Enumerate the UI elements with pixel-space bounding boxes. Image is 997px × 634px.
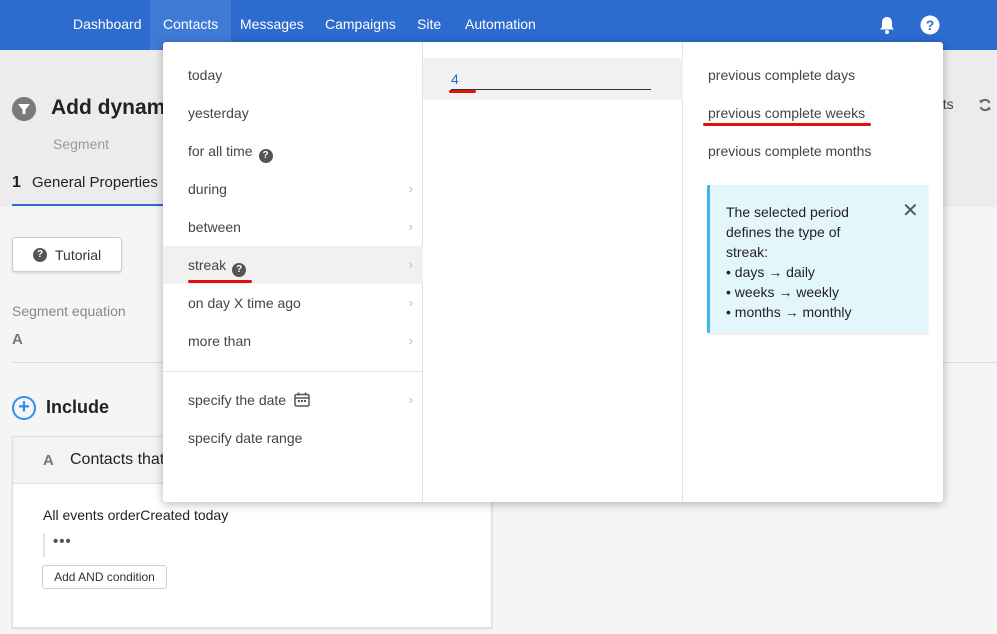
info-line: The selected period bbox=[726, 204, 849, 220]
date-condition-dropdown: today yesterday for all time? during › be… bbox=[163, 42, 943, 502]
funnel-icon bbox=[12, 97, 36, 121]
option-specify-the-date[interactable]: specify the date › bbox=[163, 381, 423, 419]
chevron-right-icon: › bbox=[408, 257, 413, 272]
option-during[interactable]: during › bbox=[163, 170, 423, 208]
info-line: streak: bbox=[726, 244, 769, 260]
option-on-day-x-time-ago[interactable]: on day X time ago › bbox=[163, 284, 423, 322]
option-more-than[interactable]: more than › bbox=[163, 322, 423, 360]
condition-title: Contacts that bbox=[70, 451, 165, 468]
option-label: during bbox=[188, 181, 227, 197]
step-active-underline bbox=[12, 204, 164, 206]
page-title: Add dynami bbox=[51, 96, 172, 119]
option-specify-date-range[interactable]: specify date range bbox=[163, 419, 423, 457]
condition-rule-indent bbox=[43, 533, 45, 557]
condition-letter: A bbox=[43, 452, 54, 469]
tutorial-label: Tutorial bbox=[55, 246, 102, 263]
include-label: Include bbox=[46, 397, 110, 417]
close-icon[interactable]: ✕ bbox=[902, 201, 919, 221]
plus-circle-icon[interactable]: + bbox=[12, 396, 36, 420]
option-label: specify the date bbox=[188, 392, 287, 408]
calendar-icon bbox=[294, 392, 310, 407]
annotation-underline bbox=[188, 280, 252, 283]
option-label: more than bbox=[188, 333, 252, 349]
svg-text:?: ? bbox=[926, 17, 935, 33]
option-label: today bbox=[188, 67, 223, 83]
info-line: • weeks → weekly bbox=[726, 284, 840, 300]
chevron-right-icon: › bbox=[408, 219, 413, 234]
option-streak[interactable]: streak? › bbox=[163, 246, 423, 284]
streak-info-text: The selected period defines the type of … bbox=[726, 202, 901, 322]
streak-info-box: The selected period defines the type of … bbox=[707, 185, 928, 333]
segment-equation-label: Segment equation bbox=[12, 303, 126, 319]
option-label: on day X time ago bbox=[188, 295, 301, 311]
chevron-right-icon: › bbox=[408, 333, 413, 348]
streak-count-input[interactable] bbox=[451, 68, 651, 90]
option-between[interactable]: between › bbox=[163, 208, 423, 246]
option-label: for all time bbox=[188, 143, 253, 159]
period-previous-complete-days[interactable]: previous complete days bbox=[708, 67, 855, 83]
value-input-row bbox=[423, 58, 683, 100]
period-previous-complete-months[interactable]: previous complete months bbox=[708, 143, 871, 159]
info-line: • days → daily bbox=[726, 264, 815, 280]
step-general-properties[interactable]: General Properties bbox=[32, 174, 158, 191]
question-icon[interactable]: ? bbox=[232, 263, 247, 277]
chevron-right-icon: › bbox=[408, 181, 413, 196]
annotation-underline bbox=[449, 90, 476, 93]
annotation-underline bbox=[703, 123, 871, 126]
condition-rule[interactable]: All events orderCreated today bbox=[43, 507, 228, 523]
refresh-icon[interactable] bbox=[978, 98, 992, 112]
option-label: yesterday bbox=[188, 105, 249, 121]
option-yesterday[interactable]: yesterday bbox=[163, 94, 423, 132]
option-today[interactable]: today bbox=[163, 56, 423, 94]
help-icon[interactable]: ? bbox=[920, 15, 940, 35]
question-icon[interactable]: ? bbox=[258, 149, 273, 163]
more-options-icon[interactable]: ••• bbox=[53, 533, 72, 550]
period-column: previous complete days previous complete… bbox=[683, 42, 943, 502]
option-label: between bbox=[188, 219, 241, 235]
option-label: specify date range bbox=[188, 430, 303, 446]
page-subtitle: Segment bbox=[53, 136, 110, 152]
question-icon: ? bbox=[33, 247, 47, 262]
bell-icon[interactable] bbox=[877, 15, 897, 35]
chevron-right-icon: › bbox=[408, 392, 413, 407]
add-and-condition-button[interactable]: Add AND condition bbox=[42, 565, 167, 589]
chevron-right-icon: › bbox=[408, 295, 413, 310]
option-for-all-time[interactable]: for all time? bbox=[163, 132, 423, 170]
option-label: streak bbox=[188, 257, 227, 273]
period-previous-complete-weeks[interactable]: previous complete weeks bbox=[708, 105, 865, 121]
info-line: defines the type of bbox=[726, 224, 841, 240]
step-number: 1 bbox=[12, 174, 21, 191]
tutorial-button[interactable]: ? Tutorial bbox=[12, 237, 122, 272]
time-option-column: today yesterday for all time? during › be… bbox=[163, 42, 423, 502]
option-divider bbox=[163, 371, 423, 372]
value-column bbox=[423, 42, 683, 502]
segment-equation-value: A bbox=[12, 331, 23, 348]
info-line: • months → monthly bbox=[726, 304, 852, 320]
nav-dashboard[interactable]: Dashboard bbox=[60, 0, 155, 50]
